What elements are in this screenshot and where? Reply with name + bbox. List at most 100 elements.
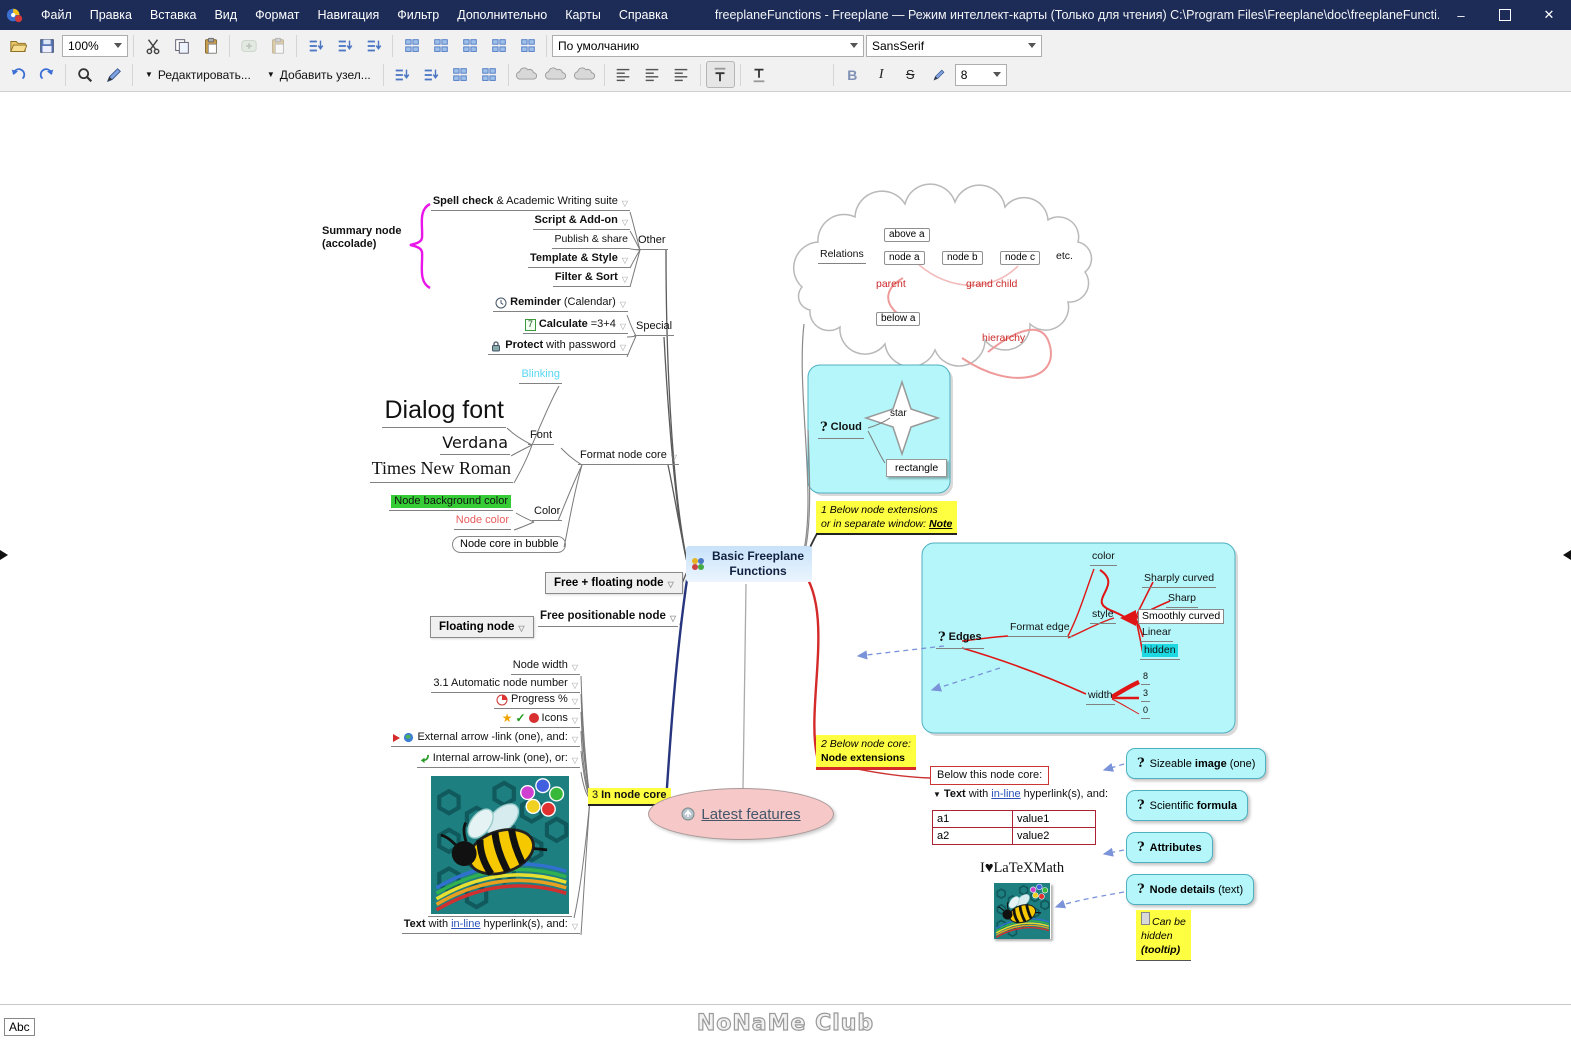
cloud-color-button[interactable] bbox=[543, 62, 570, 87]
inline-hyperlink[interactable]: in-line bbox=[991, 788, 1020, 801]
node-text-hyperlink-right[interactable]: ▼ Text with in-line hyperlink(s), and: bbox=[933, 788, 1108, 801]
layout-map-button[interactable] bbox=[398, 33, 425, 58]
copy-button[interactable] bbox=[168, 33, 195, 58]
node-format-node-core[interactable]: Format node core ▽ bbox=[578, 449, 679, 466]
join-button[interactable] bbox=[476, 62, 503, 87]
cut-button[interactable] bbox=[139, 33, 166, 58]
node-above-a[interactable]: above a bbox=[884, 228, 930, 242]
fold-icon[interactable]: ▽ bbox=[572, 756, 578, 766]
node-background-color[interactable]: Node background color bbox=[389, 495, 513, 512]
fold-icon[interactable]: ▽ bbox=[668, 580, 674, 589]
node-edges[interactable]: ? Edges bbox=[936, 630, 984, 649]
split-button[interactable] bbox=[447, 62, 474, 87]
fold-icon[interactable]: ▽ bbox=[622, 218, 628, 228]
node-reminder[interactable]: Reminder (Calendar) ▽ bbox=[493, 296, 628, 313]
node-latest-features[interactable]: Latest features bbox=[648, 788, 834, 840]
node-blinking[interactable]: Blinking bbox=[519, 368, 562, 385]
node-format-edge[interactable]: Format edge bbox=[1008, 621, 1072, 637]
fold-icon[interactable]: ▽ bbox=[620, 343, 626, 353]
node-template-style[interactable]: Template & Style ▽ bbox=[528, 252, 630, 269]
node-width-3[interactable]: 3 bbox=[1141, 688, 1151, 702]
node-filter-sort[interactable]: Filter & Sort ▽ bbox=[552, 271, 630, 288]
fold-icon[interactable]: ▽ bbox=[518, 624, 524, 633]
root-node[interactable]: Basic Freeplane Functions bbox=[686, 546, 812, 582]
summary-node[interactable]: Summary node (accolade) bbox=[322, 225, 401, 251]
sort-button[interactable] bbox=[302, 33, 329, 58]
minimize-button[interactable]: – bbox=[1439, 0, 1483, 30]
node-text-hyperlink-left[interactable]: Text with in-line hyperlink(s), and: ▽ bbox=[401, 918, 580, 935]
menu-filter[interactable]: Фильтр bbox=[388, 0, 448, 30]
node-times-new-roman[interactable]: Times New Roman bbox=[369, 458, 513, 483]
node-color-group[interactable]: Color bbox=[532, 505, 563, 522]
align-center-button[interactable] bbox=[639, 62, 666, 87]
menu-edit[interactable]: Правка bbox=[81, 0, 141, 30]
menu-view[interactable]: Вид bbox=[205, 0, 246, 30]
node-floating[interactable]: Floating node ▽ bbox=[430, 616, 534, 638]
node-etc[interactable]: etc. bbox=[1056, 250, 1073, 263]
node-node-c[interactable]: node c bbox=[1000, 251, 1041, 265]
node-progress[interactable]: Progress % ▽ bbox=[493, 693, 580, 710]
inline-hyperlink[interactable]: in-line bbox=[451, 918, 480, 931]
text-top-button[interactable] bbox=[705, 61, 735, 88]
menu-tools[interactable]: Дополнительно bbox=[448, 0, 556, 30]
node-free-positionable[interactable]: Free positionable node ▽ bbox=[538, 610, 679, 627]
node-up-button[interactable] bbox=[389, 62, 416, 87]
format-painter-button[interactable] bbox=[100, 62, 127, 87]
node-protect[interactable]: Protect with password ▽ bbox=[488, 339, 628, 356]
node-linear[interactable]: Linear bbox=[1140, 626, 1174, 642]
menu-format[interactable]: Формат bbox=[246, 0, 308, 30]
maximize-button[interactable] bbox=[1483, 0, 1527, 30]
node-sizeable-image[interactable]: ? Sizeable image (one) bbox=[1126, 748, 1267, 779]
node-color[interactable]: Node color bbox=[453, 514, 511, 531]
node-dialog-font[interactable]: Dialog font bbox=[382, 395, 506, 428]
outline-button[interactable] bbox=[331, 33, 358, 58]
fold-icon[interactable]: ▽ bbox=[572, 735, 578, 745]
paste-button[interactable] bbox=[197, 33, 224, 58]
node-node-details[interactable]: ? Node details (text) bbox=[1126, 874, 1255, 905]
node-below-a[interactable]: below a bbox=[876, 312, 921, 326]
edit-node-button[interactable]: ▼ Редактировать... bbox=[138, 63, 258, 87]
node-spell-check[interactable]: Spell check & Academic Writing suite ▽ bbox=[430, 195, 630, 212]
fold-icon[interactable]: ▽ bbox=[572, 697, 578, 707]
fold-icon[interactable]: ▽ bbox=[671, 453, 677, 463]
node-edge-width[interactable]: width bbox=[1086, 689, 1115, 705]
layout-right-button[interactable] bbox=[456, 33, 483, 58]
font-family-select[interactable]: SansSerif bbox=[866, 34, 1042, 57]
map-canvas[interactable]: Summary node (accolade) Spell check & Ac… bbox=[0, 92, 1571, 1005]
latest-features-link[interactable]: Latest features bbox=[701, 806, 800, 823]
node-sharply-curved[interactable]: Sharply curved bbox=[1142, 572, 1217, 588]
note-below-node-extensions[interactable]: 1 Below node extensions or in separate w… bbox=[816, 501, 958, 536]
left-panel-toggle[interactable] bbox=[0, 550, 8, 560]
fold-icon[interactable]: ▽ bbox=[572, 663, 578, 673]
node-edge-style[interactable]: style bbox=[1090, 608, 1116, 624]
attributes-table[interactable]: a1 value1 a2 value2 bbox=[932, 810, 1096, 845]
node-below-this-node-core[interactable]: Below this node core: bbox=[930, 766, 1050, 786]
node-attributes[interactable]: ? Attributes bbox=[1126, 832, 1213, 863]
node-width[interactable]: Node width ▽ bbox=[510, 659, 580, 676]
node-icons[interactable]: ★ ✓ Icons ▽ bbox=[499, 711, 580, 729]
node-width-8[interactable]: 8 bbox=[1141, 671, 1151, 685]
align-left-button[interactable] bbox=[610, 62, 637, 87]
close-button[interactable]: ✕ bbox=[1527, 0, 1571, 30]
node-bee-image[interactable] bbox=[428, 776, 572, 917]
node-rectangle[interactable]: rectangle bbox=[886, 459, 948, 477]
menu-navigate[interactable]: Навигация bbox=[308, 0, 388, 30]
node-special[interactable]: Special bbox=[634, 320, 675, 337]
fold-icon[interactable]: ▽ bbox=[622, 275, 628, 285]
cloud-shape-button[interactable] bbox=[572, 62, 599, 87]
fold-icon[interactable]: ▽ bbox=[622, 256, 628, 266]
font-size-select[interactable]: 8 bbox=[954, 63, 1007, 86]
node-external-arrow-link[interactable]: External arrow -link (one), and: ▽ bbox=[391, 731, 580, 748]
menu-insert[interactable]: Вставка bbox=[141, 0, 205, 30]
node-verdana[interactable]: Verdana bbox=[440, 433, 510, 456]
node-bee-image-small[interactable] bbox=[993, 883, 1051, 939]
redo-button[interactable] bbox=[33, 62, 60, 87]
layout-both-button[interactable] bbox=[485, 33, 512, 58]
find-button[interactable] bbox=[71, 62, 98, 87]
node-calculate[interactable]: 7 Calculate =3+4 ▽ bbox=[522, 318, 628, 335]
menu-help[interactable]: Справка bbox=[610, 0, 677, 30]
zoom-select[interactable]: 100% bbox=[62, 34, 128, 57]
add-node-button[interactable]: ▼ Добавить узел... bbox=[260, 63, 378, 87]
italic-button[interactable]: I bbox=[868, 62, 895, 87]
bold-button[interactable]: B bbox=[839, 62, 866, 87]
